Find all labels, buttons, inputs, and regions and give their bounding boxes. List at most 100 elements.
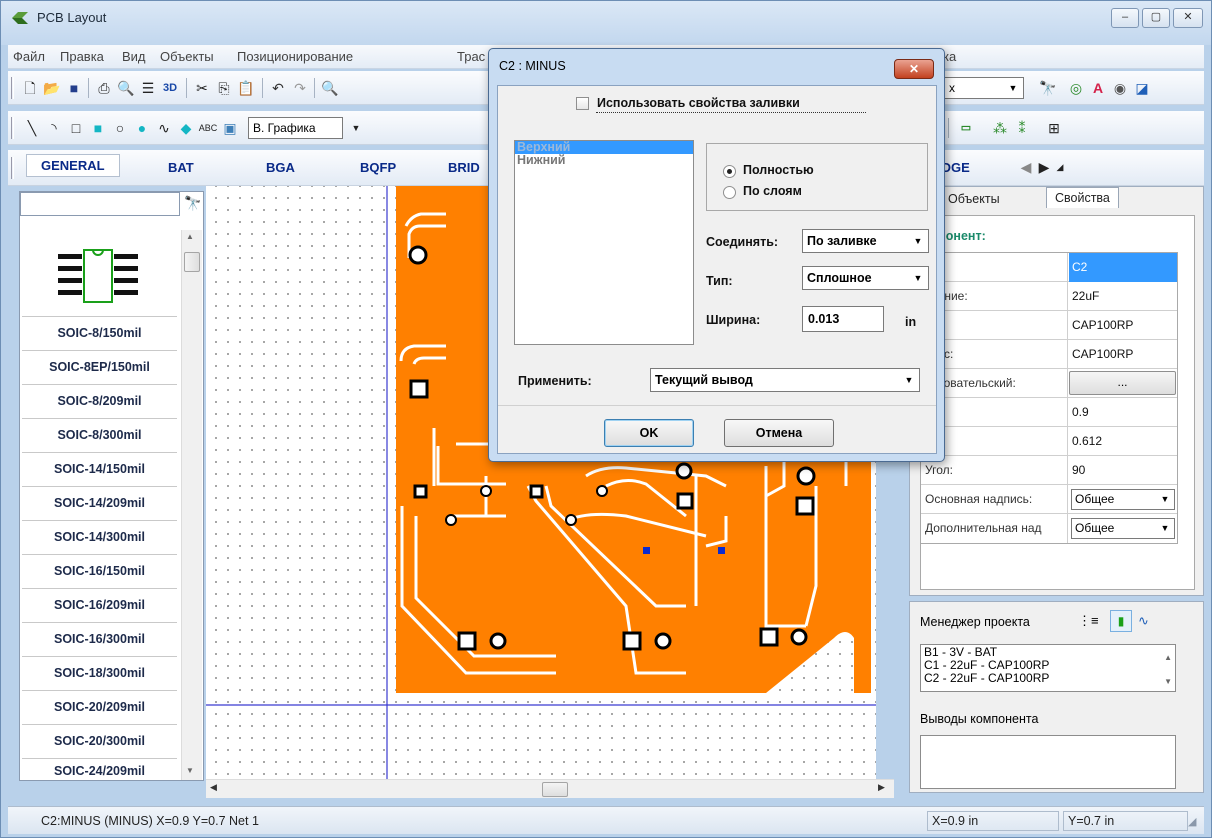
print-icon[interactable]: ⎙ [94,78,114,98]
library-item[interactable]: SOIC-16/150mil [22,554,177,587]
via-icon[interactable]: ◎ [1066,78,1086,98]
library-item[interactable]: SOIC-18/300mil [22,656,177,689]
component-icon[interactable]: ▭ [956,118,976,138]
property-row[interactable]: Дополнительная над Общее ▼ [921,514,1177,543]
filled-rectangle-tool-icon[interactable]: ■ [88,118,108,138]
library-scrollbar[interactable]: ▲ ▼ [181,230,202,780]
connect-select[interactable]: По заливке ▼ [802,229,929,253]
radio-full[interactable] [723,165,736,178]
components-view-icon[interactable]: ▮ [1110,610,1132,632]
scroll-left-icon[interactable]: ◀ [210,782,217,793]
width-input[interactable]: 0.013 [802,306,884,332]
image-tool-icon[interactable]: ▣ [220,118,240,138]
canvas-hscroll-thumb[interactable] [542,782,568,797]
paste-icon[interactable]: 📋 [236,78,256,98]
scroll-down-icon[interactable]: ▼ [186,766,194,775]
property-row[interactable]: ачение: 22uF [921,282,1177,311]
layer-item-bottom[interactable]: Нижний [515,154,693,167]
autoroute-icon[interactable]: ◪ [1132,78,1152,98]
right-toolbar-combo[interactable]: x ▼ [944,77,1024,99]
zoom-icon[interactable]: 🔍 [320,78,340,98]
library-item[interactable]: SOIC-16/209mil [22,588,177,621]
layers-list[interactable]: Верхний Нижний [514,140,694,345]
main-label-select[interactable]: Общее ▼ [1071,489,1175,510]
property-row[interactable]: опус: CAP100RP [921,340,1177,369]
library-item[interactable]: SOIC-14/209mil [22,486,177,519]
line-tool-icon[interactable]: ╲ [22,118,42,138]
scroll-up-icon[interactable]: ▲ [1164,651,1172,664]
scroll-right-icon[interactable]: ▶ [878,782,885,793]
dialog-close-button[interactable]: ✕ [894,59,934,79]
menu-placement[interactable]: Позиционирование [237,49,353,64]
rectangle-tool-icon[interactable]: □ [66,118,86,138]
library-item[interactable]: SOIC-20/209mil [22,690,177,723]
binoculars-search-icon[interactable]: 🔭 [184,195,201,212]
radio-full-label[interactable]: Полностью [743,163,814,177]
pad-icon[interactable]: ◉ [1110,78,1130,98]
scroll-down-icon[interactable]: ▼ [1164,675,1172,688]
tab-brid[interactable]: BRID [448,160,480,175]
close-button[interactable]: ✕ [1173,8,1203,28]
cancel-button[interactable]: Отмена [724,419,834,447]
radio-by-layers[interactable] [723,186,736,199]
tab-general[interactable]: GENERAL [26,154,120,177]
property-value[interactable]: CAP100RP [1069,340,1177,369]
tab-properties[interactable]: Свойства [1046,187,1119,208]
arc-tool-icon[interactable]: ◝ [44,118,64,138]
library-item[interactable]: SOIC-14/300mil [22,520,177,553]
library-item[interactable]: SOIC-8/209mil [22,384,177,417]
maximize-button[interactable]: ▢ [1142,8,1170,28]
property-value[interactable]: C2 [1069,253,1177,282]
property-row[interactable]: п: CAP100RP [921,311,1177,340]
property-row[interactable]: 0.612 [921,427,1177,456]
library-item[interactable]: SOIC-8EP/150mil [22,350,177,383]
menu-edit[interactable]: Правка [60,49,104,64]
text-tool-icon[interactable]: ABC [198,118,218,138]
3d-view-icon[interactable]: 3D [160,78,180,98]
redo-icon[interactable]: ↷ [290,78,310,98]
text-style-icon[interactable]: A [1088,78,1108,98]
list-item[interactable]: C2 - 22uF - CAP100RP [924,672,1172,685]
polyline-tool-icon[interactable]: ∿ [154,118,174,138]
menu-file[interactable]: Файл [13,49,45,64]
layer-combo[interactable]: В. Графика [248,117,343,139]
property-row[interactable]: 0.9 [921,398,1177,427]
polygon-tool-icon[interactable]: ◆ [176,118,196,138]
property-value[interactable]: 90 [1069,456,1177,485]
ungroup-icon[interactable]: ⁑ [1012,118,1032,138]
tab-bqfp[interactable]: BQFP [360,160,396,175]
property-value[interactable]: 0.9 [1069,398,1177,427]
property-row[interactable]: тка: C2 [921,253,1177,282]
report-icon[interactable]: ☰ [138,78,158,98]
new-file-icon[interactable]: 🗋 [20,78,40,98]
library-search-input[interactable] [20,192,180,216]
cut-icon[interactable]: ✂ [192,78,212,98]
property-value[interactable]: 22uF [1069,282,1177,311]
circle-tool-icon[interactable]: ○ [110,118,130,138]
menu-routing[interactable]: Трас [457,49,485,64]
resize-grip-icon[interactable]: ◢ [1188,815,1196,828]
scroll-up-icon[interactable]: ▲ [186,232,194,241]
scroll-left-icon[interactable]: ◀ [1016,157,1036,177]
property-value[interactable]: CAP100RP [1069,311,1177,340]
menu-objects[interactable]: Объекты [160,49,214,64]
menu-view[interactable]: Вид [122,49,146,64]
list-view-icon[interactable]: ⋮≡ [1078,613,1099,629]
tab-bat[interactable]: BAT [168,160,194,175]
extra-label-select[interactable]: Общее ▼ [1071,518,1175,539]
tab-bga[interactable]: BGA [266,160,295,175]
canvas-horizontal-scrollbar[interactable]: ◀ ▶ [206,779,894,798]
property-row[interactable]: льзовательский: ... [921,369,1177,398]
property-row[interactable]: Основная надпись: Общее ▼ [921,485,1177,514]
ok-button[interactable]: OK [604,419,694,447]
copy-icon[interactable]: ⎘ [214,78,234,98]
custom-property-button[interactable]: ... [1069,371,1176,395]
print-preview-icon[interactable]: 🔍 [116,78,136,98]
undo-icon[interactable]: ↶ [268,78,288,98]
property-row[interactable]: Угол: 90 [921,456,1177,485]
group-icon[interactable]: ⁂ [990,118,1010,138]
use-fill-label[interactable]: Использовать свойства заливки [597,96,800,110]
find-binoculars-icon[interactable]: 🔭 [1038,78,1058,98]
tab-objects[interactable]: Объекты [948,192,1000,206]
save-icon[interactable]: ■ [64,78,84,98]
